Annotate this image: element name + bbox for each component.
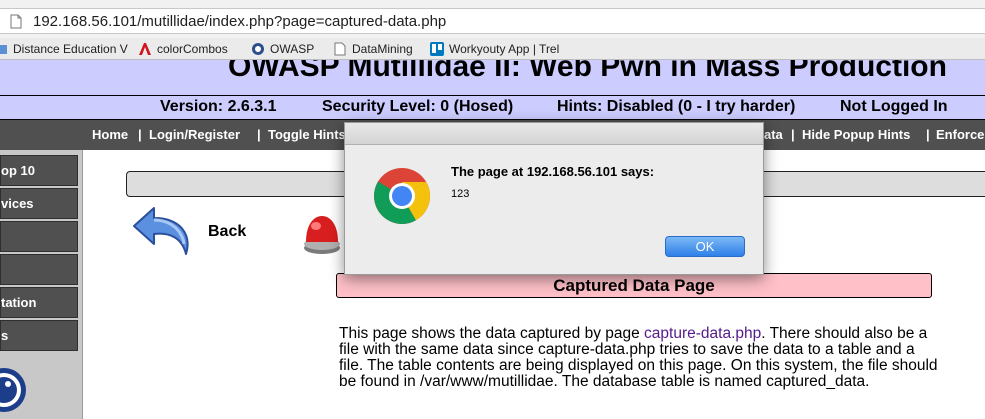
nav-separator: | <box>926 127 930 142</box>
nav-toggle-hints[interactable]: Toggle Hints <box>268 127 346 142</box>
nav-separator: | <box>791 127 795 142</box>
hints-text: Hints: Disabled (0 - I try harder) <box>557 98 796 115</box>
version-text: Version: 2.6.3.1 <box>160 98 277 115</box>
page-icon <box>334 42 346 56</box>
sidebar-item-documentation[interactable]: tation <box>0 287 78 318</box>
sidebar: op 10 vices tation s <box>0 150 83 419</box>
login-status-text: Not Logged In <box>840 98 948 115</box>
browser-toolbar: 192.168.56.101/mutillidae/index.php?page… <box>0 0 985 38</box>
address-bar[interactable]: 192.168.56.101/mutillidae/index.php?page… <box>0 8 985 34</box>
owasp-icon <box>252 43 264 55</box>
dialog-message: 123 <box>451 188 470 200</box>
back-link[interactable]: Back <box>208 223 246 241</box>
adobe-icon <box>139 43 151 55</box>
help-button-icon[interactable] <box>302 210 344 256</box>
sidebar-item-owasp-top-10[interactable]: op 10 <box>0 155 78 186</box>
page-description: This page shows the data captured by pag… <box>339 325 938 390</box>
trello-icon <box>430 42 444 56</box>
nav-hide-popup-hints[interactable]: Hide Popup Hints <box>802 127 910 142</box>
folder-icon <box>0 45 7 54</box>
site-title: OWASP Mutillidae II: Web Pwn in Mass Pro… <box>228 60 947 83</box>
site-header: OWASP Mutillidae II: Web Pwn in Mass Pro… <box>0 60 985 95</box>
bookmarks-bar: Distance Education V colorCombos OWASP D… <box>0 38 985 60</box>
chrome-logo-icon <box>374 168 430 224</box>
owasp-logo-icon[interactable] <box>0 360 28 419</box>
page-icon <box>10 14 22 29</box>
nav-captured-data[interactable]: ata <box>764 127 783 142</box>
status-bar: Version: 2.6.3.1 Security Level: 0 (Hose… <box>0 95 985 120</box>
ok-button[interactable]: OK <box>665 236 745 257</box>
security-level-text: Security Level: 0 (Hosed) <box>322 98 514 115</box>
dialog-titlebar <box>345 123 763 145</box>
nav-enforce-ssl[interactable]: Enforce <box>936 127 984 142</box>
nav-home[interactable]: Home <box>92 127 128 142</box>
sidebar-item[interactable] <box>0 254 78 285</box>
alert-dialog: The page at 192.168.56.101 says: 123 OK <box>344 122 764 275</box>
nav-separator: | <box>257 127 261 142</box>
dialog-heading: The page at 192.168.56.101 says: <box>451 164 655 179</box>
sidebar-item[interactable] <box>0 221 78 252</box>
capture-data-link[interactable]: capture-data.php <box>644 325 761 342</box>
sidebar-item-resources[interactable]: s <box>0 320 78 351</box>
nav-separator: | <box>138 127 142 142</box>
page-title: Captured Data Page <box>336 273 932 298</box>
url-text: 192.168.56.101/mutillidae/index.php?page… <box>33 13 447 30</box>
sidebar-item-web-services[interactable]: vices <box>0 188 78 219</box>
back-arrow-icon[interactable] <box>130 204 196 260</box>
nav-login-register[interactable]: Login/Register <box>149 127 240 142</box>
